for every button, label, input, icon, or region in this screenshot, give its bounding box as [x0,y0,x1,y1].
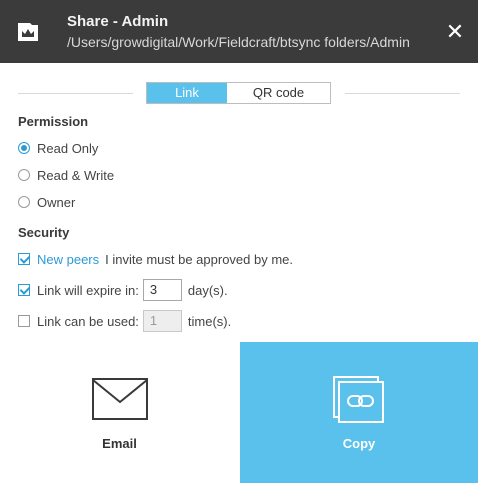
radio-owner[interactable]: Owner [18,194,75,210]
email-button[interactable]: Email [0,342,239,483]
radio-label: Owner [37,194,76,210]
usage-label: Link can be used: [37,313,139,329]
usage-checkbox[interactable] [18,315,30,327]
tab-link[interactable]: Link [147,83,227,103]
usage-option: Link can be used: 1 time(s). [18,310,231,332]
new-peers-text: I invite must be approved by me. [105,251,294,267]
tab-qr-code[interactable]: QR code [227,83,330,103]
divider [345,93,460,94]
expire-checkbox[interactable] [18,284,30,296]
new-peers-option: New peers I invite must be approved by m… [18,248,293,270]
envelope-icon [91,378,148,420]
divider [18,93,133,94]
radio-button[interactable] [18,169,30,181]
security-heading: Security [18,225,70,240]
radio-read-write[interactable]: Read & Write [18,167,114,183]
expire-option: Link will expire in: 3 day(s). [18,279,228,301]
radio-button[interactable] [18,196,30,208]
expire-days-input[interactable]: 3 [142,279,182,301]
close-icon: ✕ [445,19,465,44]
close-button[interactable]: ✕ [441,18,469,46]
radio-read-only[interactable]: Read Only [18,140,98,156]
expire-unit: day(s). [187,282,228,298]
permission-heading: Permission [18,114,89,129]
copy-label: Copy [342,436,376,451]
usage-unit: time(s). [187,313,232,329]
app-icon [18,23,38,41]
radio-button[interactable] [18,142,30,154]
copy-button[interactable]: Copy [240,342,478,483]
radio-label: Read Only [37,140,99,156]
new-peers-link[interactable]: New peers [37,252,99,267]
share-mode-tabs: Link QR code [146,82,331,104]
copy-link-icon [333,376,384,423]
email-label: Email [102,436,137,451]
radio-label: Read & Write [37,167,115,183]
expire-label: Link will expire in: [37,282,139,298]
window-title: Share - Admin [67,13,169,30]
usage-count-input[interactable]: 1 [142,310,182,332]
new-peers-checkbox[interactable] [18,253,30,265]
title-bar: Share - Admin /Users/growdigital/Work/Fi… [0,0,478,63]
folder-path: /Users/growdigital/Work/Fieldcraft/btsyn… [67,34,410,50]
